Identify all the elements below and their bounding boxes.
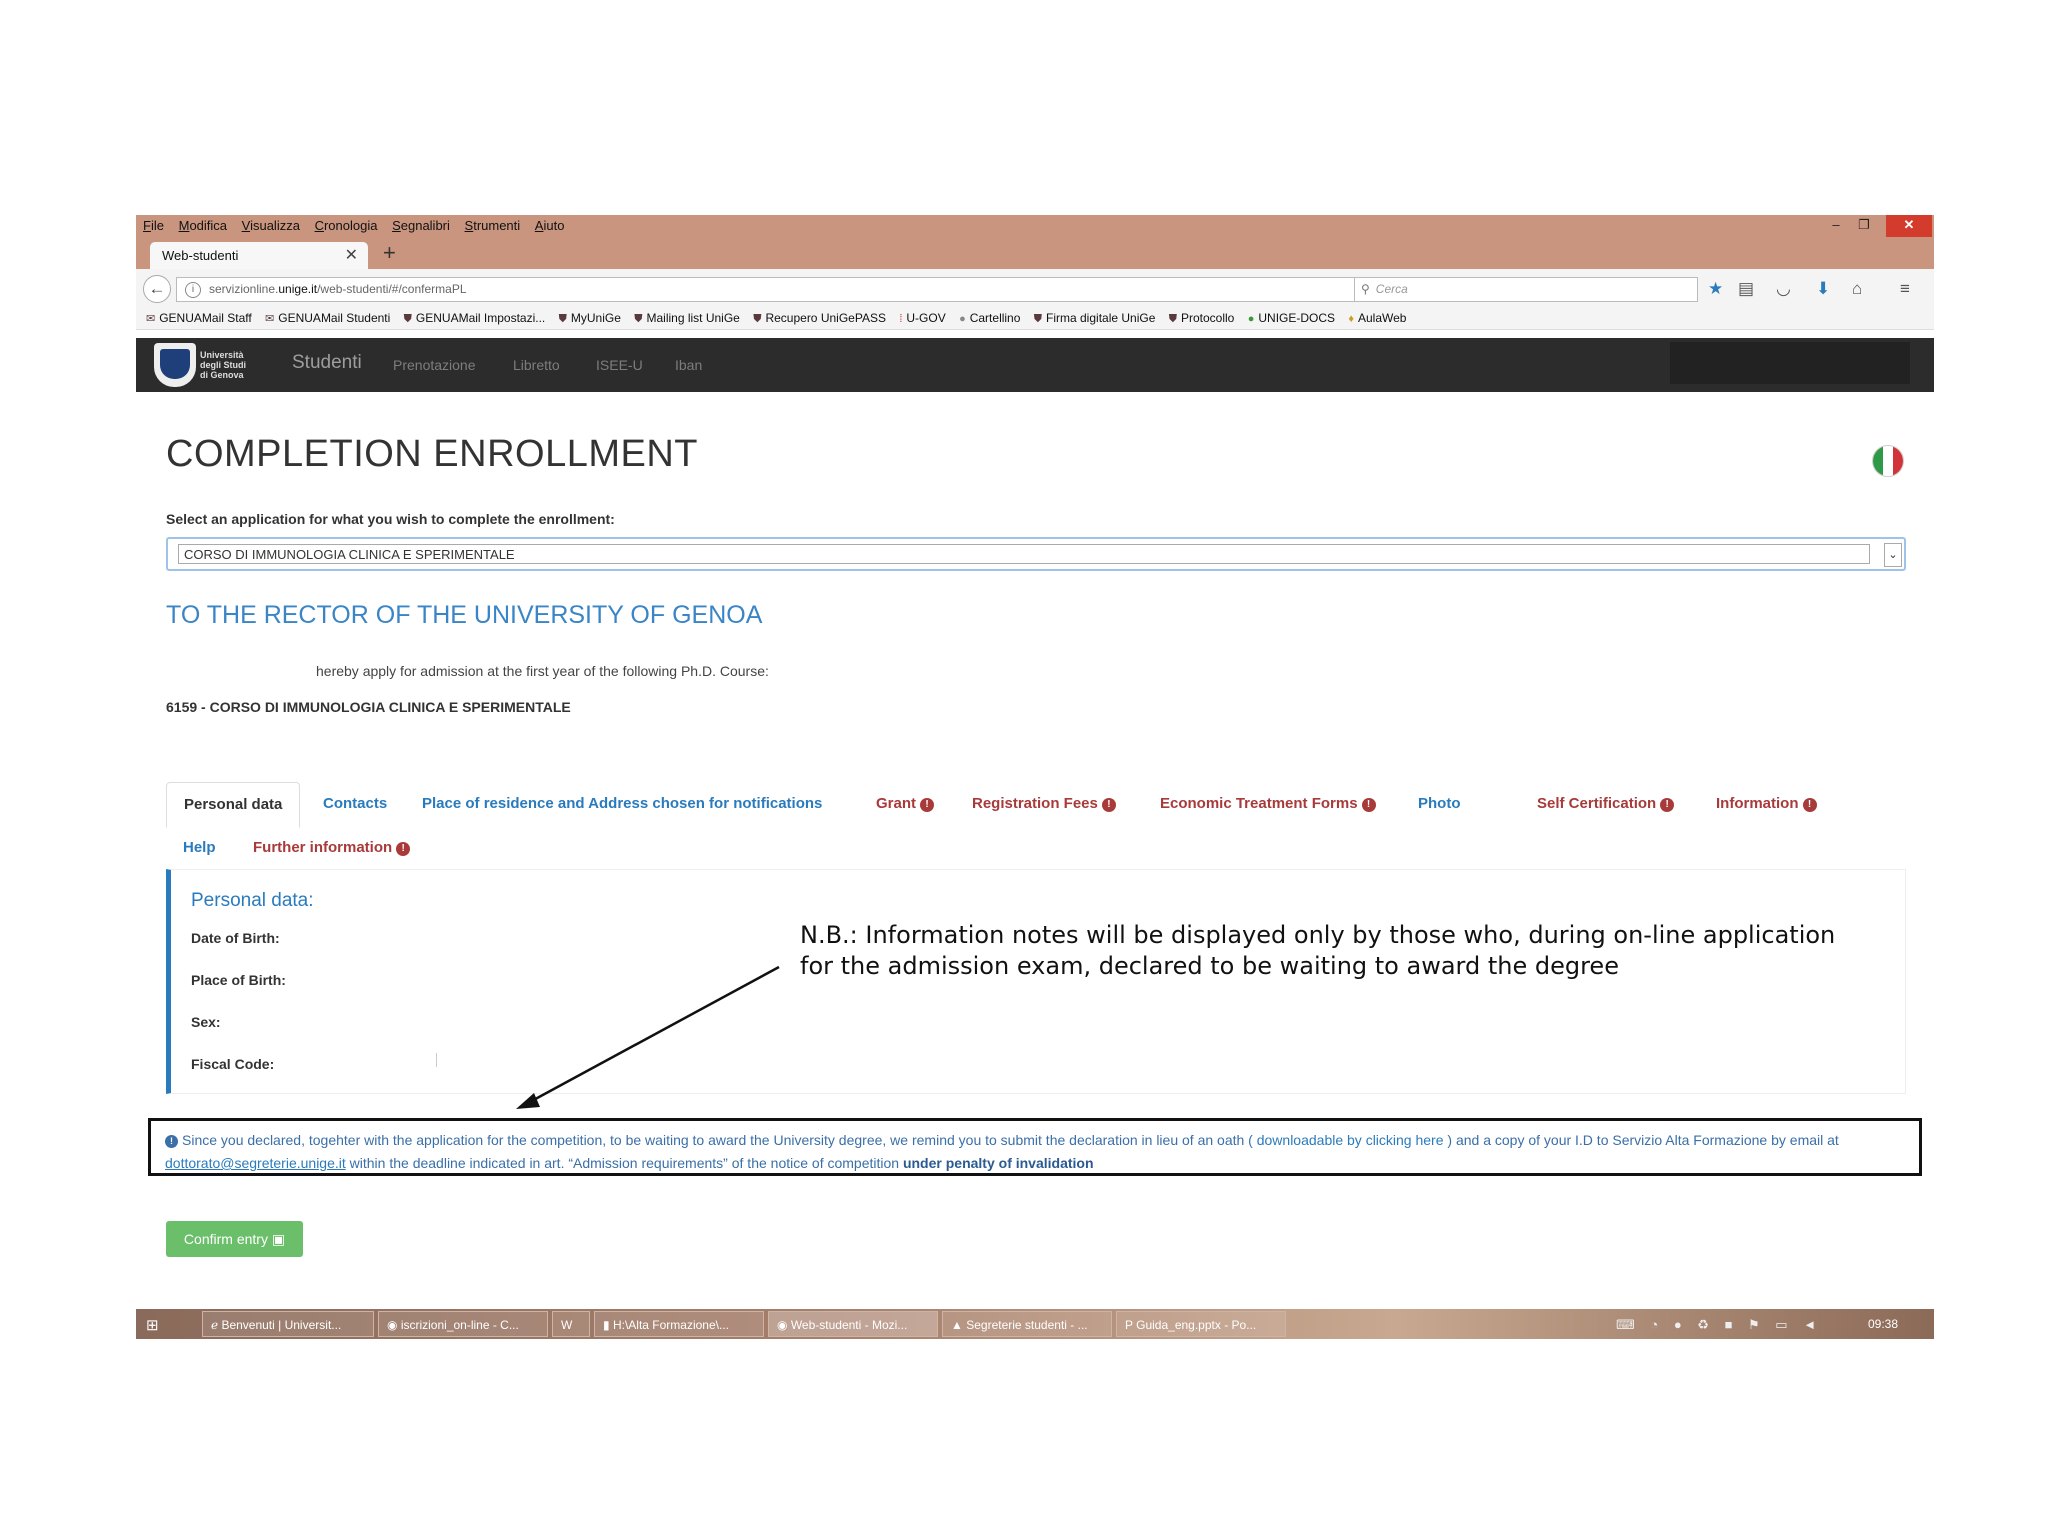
system-tray-icons[interactable]: ⌨ ◔ ● ♻ ■ ⚑ ▭ ◄ <box>1616 1317 1822 1333</box>
app-icon: ◉ <box>387 1318 401 1332</box>
taskbar: ⊞ ℯ Benvenuti | Universit... ◉ iscrizion… <box>136 1309 1934 1339</box>
taskbar-item-segreterie[interactable]: ▲ Segreterie studenti - ... <box>942 1311 1112 1337</box>
save-icon: ▣ <box>271 1231 286 1247</box>
taskbar-item-explorer[interactable]: ▮ H:\Alta Formazione\... <box>594 1311 764 1337</box>
notice-text-1: Since you declared, togehter with the ap… <box>182 1132 1257 1148</box>
ie-icon: ℯ <box>211 1318 222 1332</box>
firefox-icon: ◉ <box>777 1318 791 1332</box>
information-notice: ! Since you declared, togehter with the a… <box>148 1118 1922 1176</box>
mortarboard-icon: ▲ <box>951 1318 967 1332</box>
screenshot: File Modifica Visualizza Cronologia Segn… <box>136 215 1934 1339</box>
powerpoint-icon: P <box>1125 1318 1137 1332</box>
notice-text-2: ) and a copy of your I.D to Servizio Alt… <box>1443 1132 1839 1148</box>
confirm-entry-button[interactable]: Confirm entry ▣ <box>166 1221 303 1257</box>
folder-icon: ▮ <box>603 1318 613 1332</box>
word-icon: W <box>561 1318 573 1332</box>
taskbar-item-powerpoint[interactable]: P Guida_eng.pptx - Po... <box>1116 1311 1286 1337</box>
clock: 09:38 <box>1868 1317 1899 1331</box>
taskbar-item-ie[interactable]: ℯ Benvenuti | Universit... <box>202 1311 374 1337</box>
email-link[interactable]: dottorato@segreterie.unige.it <box>165 1155 346 1171</box>
confirm-label: Confirm entry <box>183 1231 268 1247</box>
download-link[interactable]: downloadable by clicking here <box>1257 1132 1444 1148</box>
start-icon[interactable]: ⊞ <box>146 1316 159 1334</box>
taskbar-item-word[interactable]: W <box>552 1311 590 1337</box>
penalty-text: under penalty of invalidation <box>902 1155 1094 1171</box>
notice-text-3: within the deadline indicated in art. “A… <box>345 1155 903 1171</box>
taskbar-item-iscrizioni[interactable]: ◉ iscrizioni_on-line - C... <box>378 1311 548 1337</box>
info-icon: ! <box>165 1135 178 1148</box>
taskbar-item-firefox[interactable]: ◉ Web-studenti - Mozi... <box>768 1311 938 1337</box>
